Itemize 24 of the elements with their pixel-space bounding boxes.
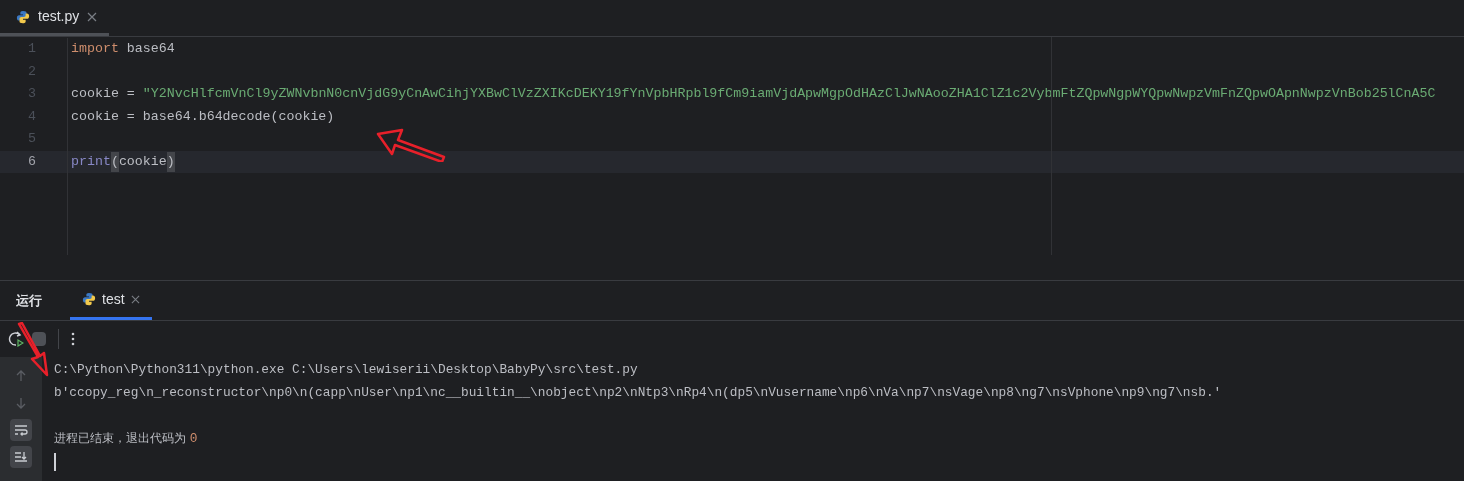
panel-title: 运行 (15, 291, 43, 310)
console-line: C:\Python\Python311\python.exe C:\Users\lewiserii\Desktop\BabyPy\src\test.py (54, 361, 639, 379)
close-icon[interactable] (130, 294, 140, 304)
code-line: cookie = "Y2NvcHlfcmVnCl9yZWNvbnN0cnVjdG9yCnAwCihjYXBwClVzZXIKcDEKY19fYnVpbHRpbl9fCm9iamVjdApwMgpOdHAzClJwNAooZHA1ClZ1c2VybmFtZQpwNgpWYQpwNwpzVmFnZQpwOApnNwpzVnBob25lCnA5C (70, 85, 1436, 104)
editor-tab[interactable]: test.py (0, 0, 110, 36)
run-tab[interactable]: test (70, 281, 152, 320)
exit-code: 0 (189, 430, 198, 448)
scroll-to-end-icon[interactable] (10, 446, 32, 468)
python-icon (82, 292, 96, 306)
rerun-icon[interactable] (8, 331, 24, 347)
python-icon (16, 9, 30, 24)
code-line: cookie = base64.b64decode(cookie) (70, 107, 335, 126)
exit-message: 进程已结束，退出代码为 (54, 430, 187, 447)
line-number: 6 (27, 152, 36, 171)
code-line: print(cookie) (68, 151, 175, 172)
text-cursor (54, 452, 56, 471)
stop-icon[interactable] (32, 332, 46, 346)
more-icon[interactable] (71, 332, 75, 346)
annotation-arrow (376, 126, 448, 162)
console-line: b'ccopy_reg\n_reconstructor\np0\n(capp\nUser\np1\nc__builtin__\nobject\np2\nNtp3\nRp4\n(dp5\nVusername\np6\nVa\np7\nsVage\np8\ng7\nsVphone\np9\ng7\nsb.' (54, 384, 1223, 402)
annotation-arrow (16, 322, 50, 378)
close-icon[interactable] (87, 11, 98, 22)
code-line: import base64 (70, 40, 175, 59)
soft-wrap-icon[interactable] (10, 419, 32, 441)
